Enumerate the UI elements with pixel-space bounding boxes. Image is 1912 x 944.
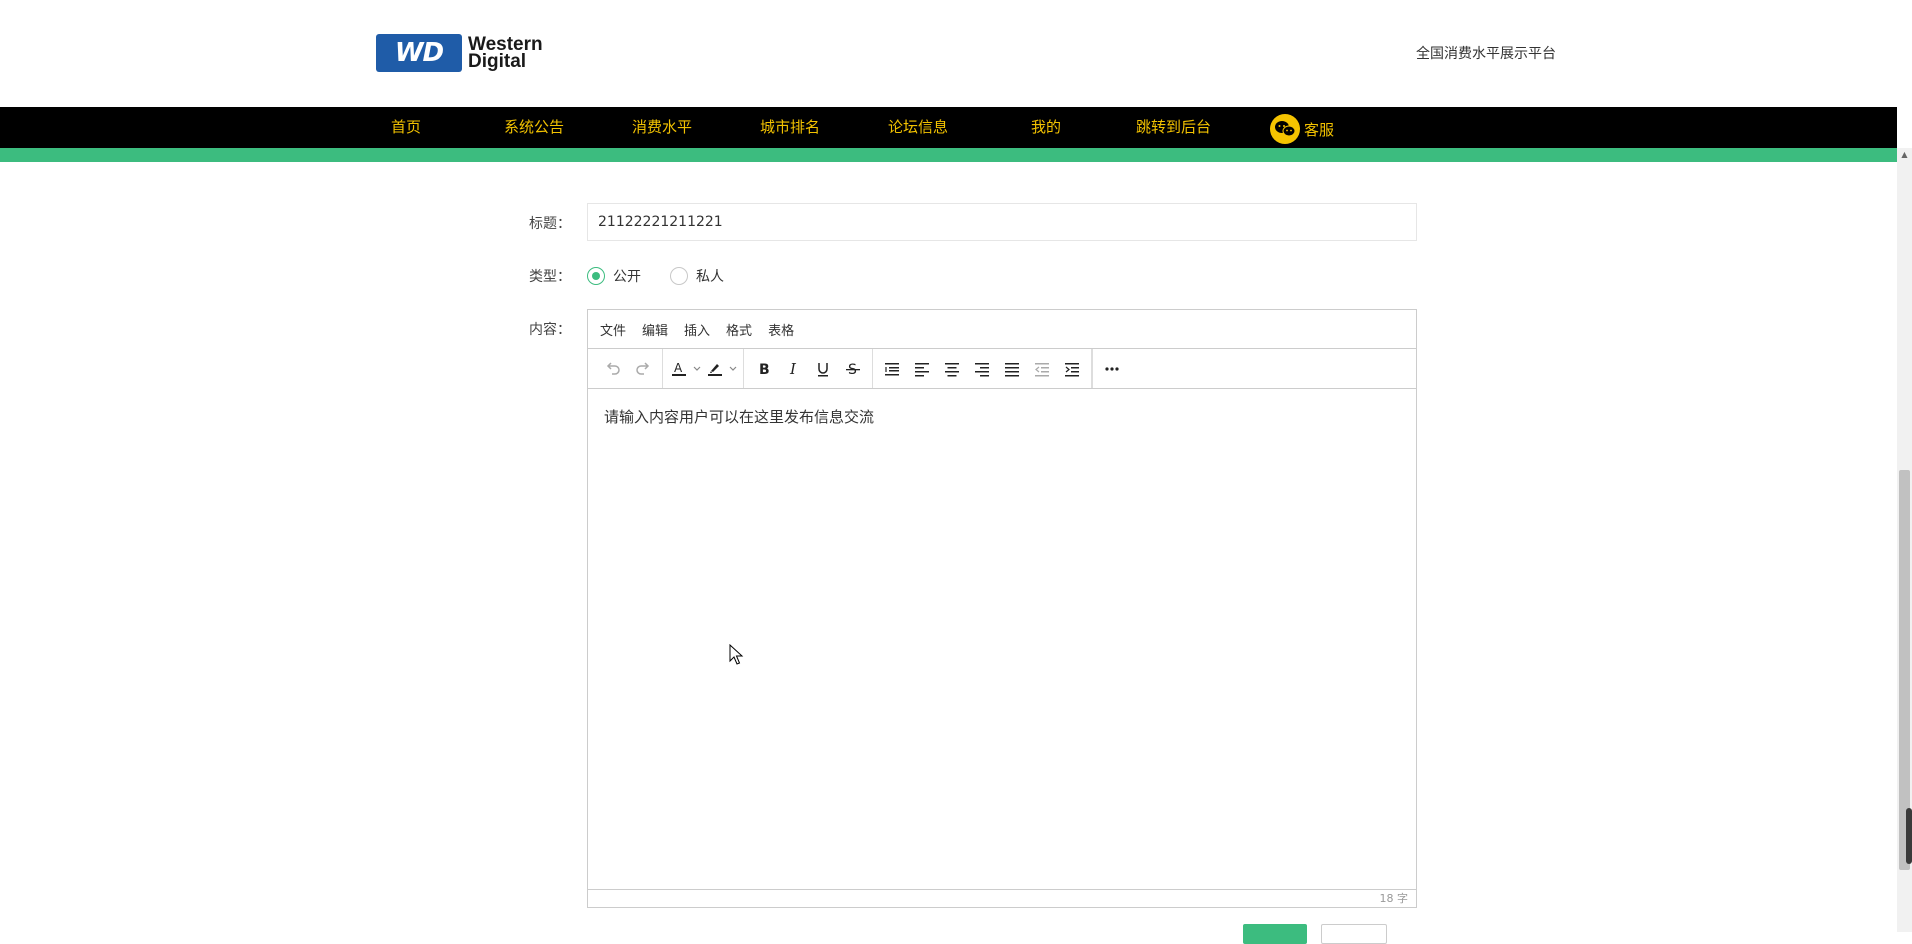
svg-text:I: I xyxy=(789,360,797,378)
toolbar-format-group: B I S xyxy=(744,349,872,388)
type-radio-private-label: 私人 xyxy=(696,269,724,285)
menu-edit[interactable]: 编辑 xyxy=(642,320,668,339)
redo-icon[interactable] xyxy=(628,354,658,384)
underline-icon[interactable] xyxy=(808,354,838,384)
rich-text-editor: 文件 编辑 插入 格式 表格 A B I S 请输入内容用户可以在这里发布信息交… xyxy=(587,309,1417,908)
type-radio-public[interactable]: 公开 xyxy=(587,266,641,286)
nav-item-home[interactable]: 首页 xyxy=(391,107,421,148)
chevron-down-icon[interactable] xyxy=(691,354,703,384)
line-height-icon[interactable] xyxy=(877,354,907,384)
menu-table[interactable]: 表格 xyxy=(768,320,794,339)
menu-format[interactable]: 格式 xyxy=(726,320,752,339)
radio-unchecked-icon xyxy=(670,267,688,285)
logo-line-2: Digital xyxy=(468,51,527,72)
title-input[interactable] xyxy=(587,203,1417,241)
text-color-control[interactable]: A xyxy=(667,354,703,384)
site-header: WD Western Digital 全国消费水平展示平台 xyxy=(0,0,1897,107)
toolbar-more-group xyxy=(1092,349,1131,388)
toolbar-color-group: A xyxy=(663,349,744,388)
highlight-color-icon[interactable] xyxy=(703,354,727,384)
menu-file[interactable]: 文件 xyxy=(600,320,626,339)
logo-text: Western Digital xyxy=(468,35,543,72)
scrollbar-marker xyxy=(1906,808,1912,864)
type-label: 类型： xyxy=(529,269,571,285)
more-icon[interactable] xyxy=(1097,354,1127,384)
align-center-icon[interactable] xyxy=(937,354,967,384)
editor-toolbar: A B I S xyxy=(588,349,1416,389)
word-count: 18 字 xyxy=(1379,892,1409,905)
nav-item-mine[interactable]: 我的 xyxy=(1031,107,1061,148)
outdent-icon[interactable] xyxy=(1027,354,1057,384)
italic-icon[interactable]: I xyxy=(778,354,808,384)
submit-button[interactable] xyxy=(1243,924,1307,944)
title-label: 标题： xyxy=(529,216,571,232)
chevron-down-icon[interactable] xyxy=(727,354,739,384)
svg-text:B: B xyxy=(759,362,770,378)
reset-button[interactable] xyxy=(1321,924,1387,944)
indent-icon[interactable] xyxy=(1057,354,1087,384)
nav-item-city-ranking[interactable]: 城市排名 xyxy=(760,107,820,148)
editor-content-text: 请输入内容用户可以在这里发布信息交流 xyxy=(604,408,875,426)
nav-item-forum[interactable]: 论坛信息 xyxy=(888,107,948,148)
highlight-color-control[interactable] xyxy=(703,354,739,384)
toolbar-history-group xyxy=(594,349,663,388)
text-color-icon[interactable]: A xyxy=(667,354,691,384)
content-label: 内容： xyxy=(529,322,571,338)
bold-icon[interactable]: B xyxy=(748,354,778,384)
editor-menubar: 文件 编辑 插入 格式 表格 xyxy=(588,310,1416,349)
wechat-icon xyxy=(1270,114,1300,144)
nav-accent-bar xyxy=(0,148,1897,162)
align-left-icon[interactable] xyxy=(907,354,937,384)
scroll-up-arrow-icon[interactable]: ▲ xyxy=(1899,150,1910,162)
type-radio-private[interactable]: 私人 xyxy=(670,266,724,286)
main-nav: 首页 系统公告 消费水平 城市排名 论坛信息 我的 跳转到后台 客服 xyxy=(0,107,1897,148)
mouse-cursor-icon xyxy=(729,643,745,666)
customer-service[interactable]: 客服 xyxy=(1270,113,1334,145)
nav-item-admin[interactable]: 跳转到后台 xyxy=(1136,107,1211,148)
menu-insert[interactable]: 插入 xyxy=(684,320,710,339)
editor-statusbar: 18 字 xyxy=(588,889,1416,907)
radio-checked-icon xyxy=(587,267,605,285)
svg-text:A: A xyxy=(674,361,683,375)
customer-service-label: 客服 xyxy=(1304,120,1335,139)
align-justify-icon[interactable] xyxy=(997,354,1027,384)
undo-icon[interactable] xyxy=(598,354,628,384)
nav-item-consumption[interactable]: 消费水平 xyxy=(632,107,692,148)
strikethrough-icon[interactable]: S xyxy=(838,354,868,384)
type-radio-public-label: 公开 xyxy=(613,269,641,285)
site-logo[interactable]: WD Western Digital xyxy=(376,34,566,72)
editor-content-area[interactable]: 请输入内容用户可以在这里发布信息交流 xyxy=(588,390,1416,890)
site-tagline: 全国消费水平展示平台 xyxy=(1416,46,1556,62)
toolbar-align-group xyxy=(872,349,1092,388)
align-right-icon[interactable] xyxy=(967,354,997,384)
logo-mark: WD xyxy=(376,34,462,72)
nav-item-announcements[interactable]: 系统公告 xyxy=(504,107,564,148)
